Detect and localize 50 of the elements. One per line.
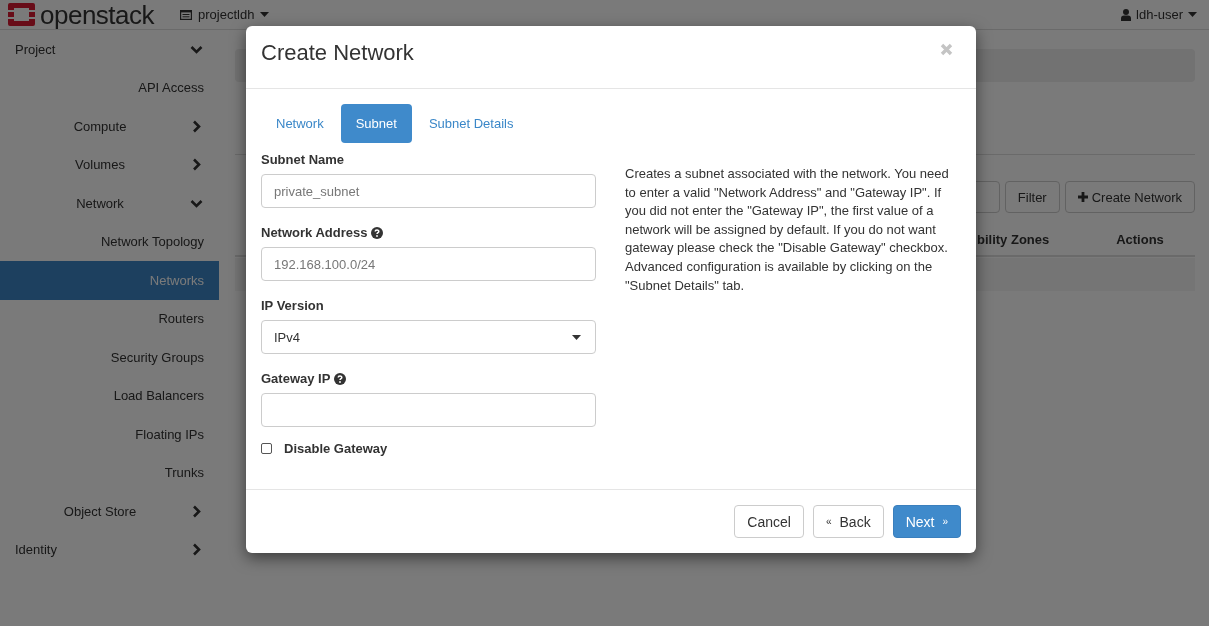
user-icon bbox=[1121, 8, 1132, 21]
sidebar-item[interactable]: Floating IPs bbox=[0, 415, 219, 454]
caret-icon bbox=[1188, 12, 1197, 17]
chevron-right-icon bbox=[190, 158, 203, 172]
sidebar-item[interactable]: Network bbox=[0, 184, 219, 223]
sidebar-item[interactable]: Volumes bbox=[0, 145, 219, 184]
user-menu[interactable]: ldh-user bbox=[1121, 7, 1197, 22]
dialog-title: Create Network bbox=[261, 40, 415, 66]
sidebar-item[interactable]: Identity bbox=[0, 530, 219, 569]
text-field[interactable]: 192.168.100.0/24 bbox=[261, 247, 596, 281]
chevron-right-icon bbox=[190, 543, 203, 557]
chevron-right-icon bbox=[190, 504, 203, 518]
sidebar-item[interactable]: Network Topology bbox=[0, 222, 219, 261]
logo-icon bbox=[8, 3, 35, 26]
sidebar-item[interactable]: API Access bbox=[0, 68, 219, 107]
plus-icon bbox=[1077, 192, 1088, 202]
caret-icon bbox=[572, 334, 581, 340]
caret-icon bbox=[260, 12, 270, 17]
text-field[interactable]: private_subnet bbox=[261, 174, 596, 208]
sidebar-item[interactable]: Routers bbox=[0, 299, 219, 338]
sidebar-item[interactable]: Security Groups bbox=[0, 338, 219, 377]
column-header: Actions bbox=[1115, 231, 1165, 247]
tab[interactable]: Subnet Details bbox=[413, 104, 529, 143]
next-button[interactable]: Next » bbox=[892, 505, 961, 538]
create-button[interactable]: Create Network bbox=[1064, 181, 1195, 213]
project-switcher[interactable]: projectldh bbox=[180, 7, 270, 22]
tab[interactable]: Network bbox=[261, 104, 339, 143]
field-label: IP Version bbox=[261, 297, 324, 314]
field-label: Network Address bbox=[261, 224, 368, 241]
description-text: Creates a subnet associated with the network. You need to enter a valid "Network Address" and "Gateway IP". If you did not enter the "Gateway IP", the first value of a network will be assigned by default. If you do not want gateway please check the "Disable Gateway" checkbox. Advanced configuration is available by clicking on the "Subnet Details" tab. bbox=[625, 165, 950, 295]
select-field[interactable]: IPv4 bbox=[261, 320, 596, 354]
sidebar-item[interactable]: Trunks bbox=[0, 453, 219, 492]
sidebar-item[interactable]: Networks bbox=[0, 261, 219, 300]
field-label: Subnet Name bbox=[261, 151, 345, 168]
dialog-button[interactable]: « Back bbox=[812, 505, 884, 538]
sidebar-item[interactable]: Compute bbox=[0, 107, 219, 146]
checkbox[interactable] bbox=[261, 443, 272, 454]
field-label: Gateway IP bbox=[261, 370, 331, 387]
column-header: bility Zones bbox=[977, 231, 1051, 247]
sidebar-item[interactable]: Object Store bbox=[0, 492, 219, 531]
sidebar-item[interactable]: Project bbox=[0, 30, 219, 69]
chevron-right-icon bbox=[190, 119, 203, 133]
filter-button[interactable]: Filter bbox=[1004, 181, 1060, 213]
checkbox-label: Disable Gateway bbox=[284, 441, 388, 456]
sidebar-item[interactable]: Load Balancers bbox=[0, 376, 219, 415]
text-field[interactable] bbox=[261, 393, 596, 427]
list-icon bbox=[180, 9, 193, 20]
dialog-button[interactable]: Cancel bbox=[734, 505, 804, 538]
tab[interactable]: Subnet bbox=[340, 104, 412, 143]
logo-text: openstack bbox=[40, 0, 155, 30]
